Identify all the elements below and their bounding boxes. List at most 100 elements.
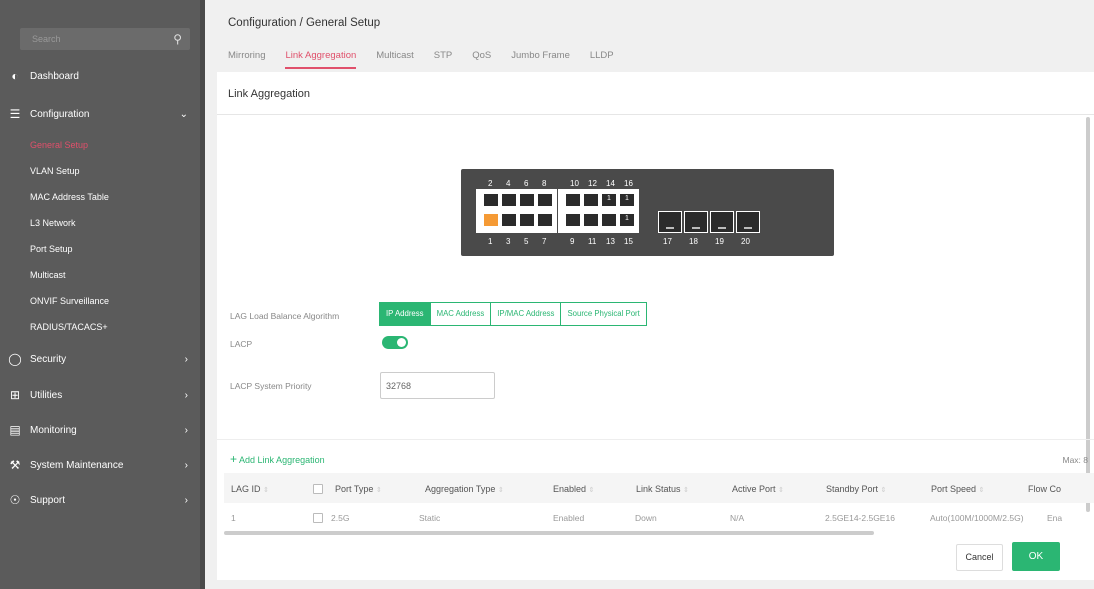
port-label-6: 6 bbox=[524, 179, 529, 188]
port-15[interactable]: 1 bbox=[619, 213, 635, 227]
sub-item-port-setup[interactable]: Port Setup bbox=[30, 244, 73, 254]
nav-monitoring[interactable]: ▤ Monitoring › bbox=[0, 418, 200, 442]
sort-icon: ⇕ bbox=[880, 487, 887, 494]
nav-support[interactable]: ☉ Support › bbox=[0, 488, 200, 512]
port-label-12: 12 bbox=[588, 179, 597, 188]
port-2[interactable] bbox=[483, 193, 499, 207]
row-checkbox[interactable] bbox=[313, 513, 323, 523]
lacp-priority-input[interactable]: 32768 bbox=[380, 372, 495, 399]
port-12[interactable] bbox=[583, 193, 599, 207]
tab-qos[interactable]: QoS bbox=[472, 50, 491, 69]
col-link-status[interactable]: Link Status ⇕ bbox=[636, 484, 689, 494]
tab-jumbo-frame[interactable]: Jumbo Frame bbox=[511, 50, 570, 69]
col-enabled[interactable]: Enabled ⇕ bbox=[553, 484, 594, 494]
port-label-17: 17 bbox=[663, 237, 672, 246]
col-standby-port[interactable]: Standby Port ⇕ bbox=[826, 484, 886, 494]
divider bbox=[217, 439, 1094, 440]
panel-scrollbar[interactable] bbox=[1086, 117, 1090, 512]
nav-dashboard[interactable]: ◐ Dashboard bbox=[0, 64, 200, 88]
port-1[interactable] bbox=[483, 213, 499, 227]
cancel-button[interactable]: Cancel bbox=[956, 544, 1003, 571]
table-scrollbar[interactable] bbox=[224, 531, 874, 535]
col-port-type-label: Port Type bbox=[335, 484, 374, 494]
port-16[interactable]: 1 bbox=[619, 193, 635, 207]
col-aggregation-type[interactable]: Aggregation Type ⇕ bbox=[425, 484, 504, 494]
sub-item-l3-network[interactable]: L3 Network bbox=[30, 218, 76, 228]
port-13[interactable] bbox=[601, 213, 617, 227]
col-aggregation-type-label: Aggregation Type bbox=[425, 484, 496, 494]
lb-option-ip[interactable]: IP Address bbox=[380, 303, 431, 325]
switch-port-panel: 2 4 6 8 10 12 14 16 1 1 1 1 3 5 7 9 11 1… bbox=[461, 169, 834, 256]
tab-multicast[interactable]: Multicast bbox=[376, 50, 413, 69]
port-17[interactable] bbox=[658, 211, 682, 233]
dashboard-icon: ◐ bbox=[11, 69, 19, 83]
port-20[interactable] bbox=[736, 211, 760, 233]
cell-enabled: Enabled bbox=[553, 513, 585, 523]
select-all-checkbox[interactable] bbox=[313, 484, 323, 494]
nav-monitoring-label: Monitoring bbox=[30, 424, 77, 436]
tab-stp[interactable]: STP bbox=[434, 50, 452, 69]
port-18[interactable] bbox=[684, 211, 708, 233]
sub-item-mac-address-table[interactable]: MAC Address Table bbox=[30, 192, 109, 202]
sub-item-vlan-setup[interactable]: VLAN Setup bbox=[30, 166, 80, 176]
chevron-right-icon: › bbox=[184, 424, 188, 436]
sidebar-scrollbar[interactable] bbox=[200, 0, 205, 589]
lb-option-mac[interactable]: MAC Address bbox=[430, 303, 492, 325]
sub-item-onvif[interactable]: ONVIF Surveillance bbox=[30, 296, 109, 306]
col-port-type[interactable]: Port Type ⇕ bbox=[335, 484, 382, 494]
col-enabled-label: Enabled bbox=[553, 484, 587, 494]
lb-option-source-port[interactable]: Source Physical Port bbox=[561, 303, 646, 325]
tab-mirroring[interactable]: Mirroring bbox=[228, 50, 265, 69]
port-8[interactable] bbox=[537, 193, 553, 207]
port-7[interactable] bbox=[537, 213, 553, 227]
nav-security[interactable]: ◯ Security › bbox=[0, 347, 200, 371]
col-port-speed-label: Port Speed bbox=[931, 484, 977, 494]
col-flow-control[interactable]: Flow Co bbox=[1028, 484, 1061, 494]
port-label-18: 18 bbox=[689, 237, 698, 246]
col-lag-id[interactable]: LAG ID ⇕ bbox=[231, 484, 269, 494]
sub-item-general-setup[interactable]: General Setup bbox=[30, 140, 88, 150]
nav-configuration[interactable]: ☰ Configuration ⌄ bbox=[0, 102, 200, 126]
add-link-aggregation-button[interactable]: + Add Link Aggregation bbox=[230, 452, 325, 466]
main-content: Configuration / General Setup Mirroring … bbox=[210, 0, 1094, 589]
port-label-11: 11 bbox=[588, 237, 597, 246]
port-label-15: 15 bbox=[624, 237, 633, 246]
sort-icon: ⇕ bbox=[497, 487, 504, 494]
port-6[interactable] bbox=[519, 193, 535, 207]
tab-bar: Mirroring Link Aggregation Multicast STP… bbox=[228, 50, 634, 69]
port-3[interactable] bbox=[501, 213, 517, 227]
port-14[interactable]: 1 bbox=[601, 193, 617, 207]
col-port-speed[interactable]: Port Speed ⇕ bbox=[931, 484, 984, 494]
col-flow-control-label: Flow Co bbox=[1028, 484, 1062, 494]
col-active-port[interactable]: Active Port ⇕ bbox=[732, 484, 784, 494]
nav-support-label: Support bbox=[30, 494, 66, 506]
port-9[interactable] bbox=[565, 213, 581, 227]
nav-utilities[interactable]: ⊞ Utilities › bbox=[0, 383, 200, 407]
port-11[interactable] bbox=[583, 213, 599, 227]
port-label-16: 16 bbox=[624, 179, 633, 188]
ok-button[interactable]: OK bbox=[1012, 542, 1060, 571]
search-input[interactable]: Search ⚲ bbox=[20, 28, 190, 50]
port-label-13: 13 bbox=[606, 237, 615, 246]
nav-security-label: Security bbox=[30, 353, 67, 365]
lacp-toggle[interactable] bbox=[382, 336, 408, 349]
nav-system-maintenance[interactable]: ⚒ System Maintenance › bbox=[0, 453, 200, 477]
lb-option-ipmac[interactable]: IP/MAC Address bbox=[491, 303, 562, 325]
sort-icon: ⇕ bbox=[375, 487, 382, 494]
port-label-9: 9 bbox=[570, 237, 575, 246]
cell-link-status: Down bbox=[635, 513, 657, 523]
port-19[interactable] bbox=[710, 211, 734, 233]
sub-item-multicast[interactable]: Multicast bbox=[30, 270, 66, 280]
tab-lldp[interactable]: LLDP bbox=[590, 50, 614, 69]
sub-item-radius[interactable]: RADIUS/TACACS+ bbox=[30, 322, 108, 332]
cell-flow-control: Ena bbox=[1047, 513, 1063, 523]
cell-port-type: 2.5G bbox=[331, 513, 350, 523]
port-4[interactable] bbox=[501, 193, 517, 207]
port-5[interactable] bbox=[519, 213, 535, 227]
nav-system-maintenance-label: System Maintenance bbox=[30, 459, 124, 471]
lacp-priority-label: LACP System Priority bbox=[230, 381, 312, 391]
tab-link-aggregation[interactable]: Link Aggregation bbox=[285, 50, 357, 69]
port-10[interactable] bbox=[565, 193, 581, 207]
sort-icon: ⇕ bbox=[588, 487, 595, 494]
search-icon[interactable]: ⚲ bbox=[173, 32, 182, 46]
